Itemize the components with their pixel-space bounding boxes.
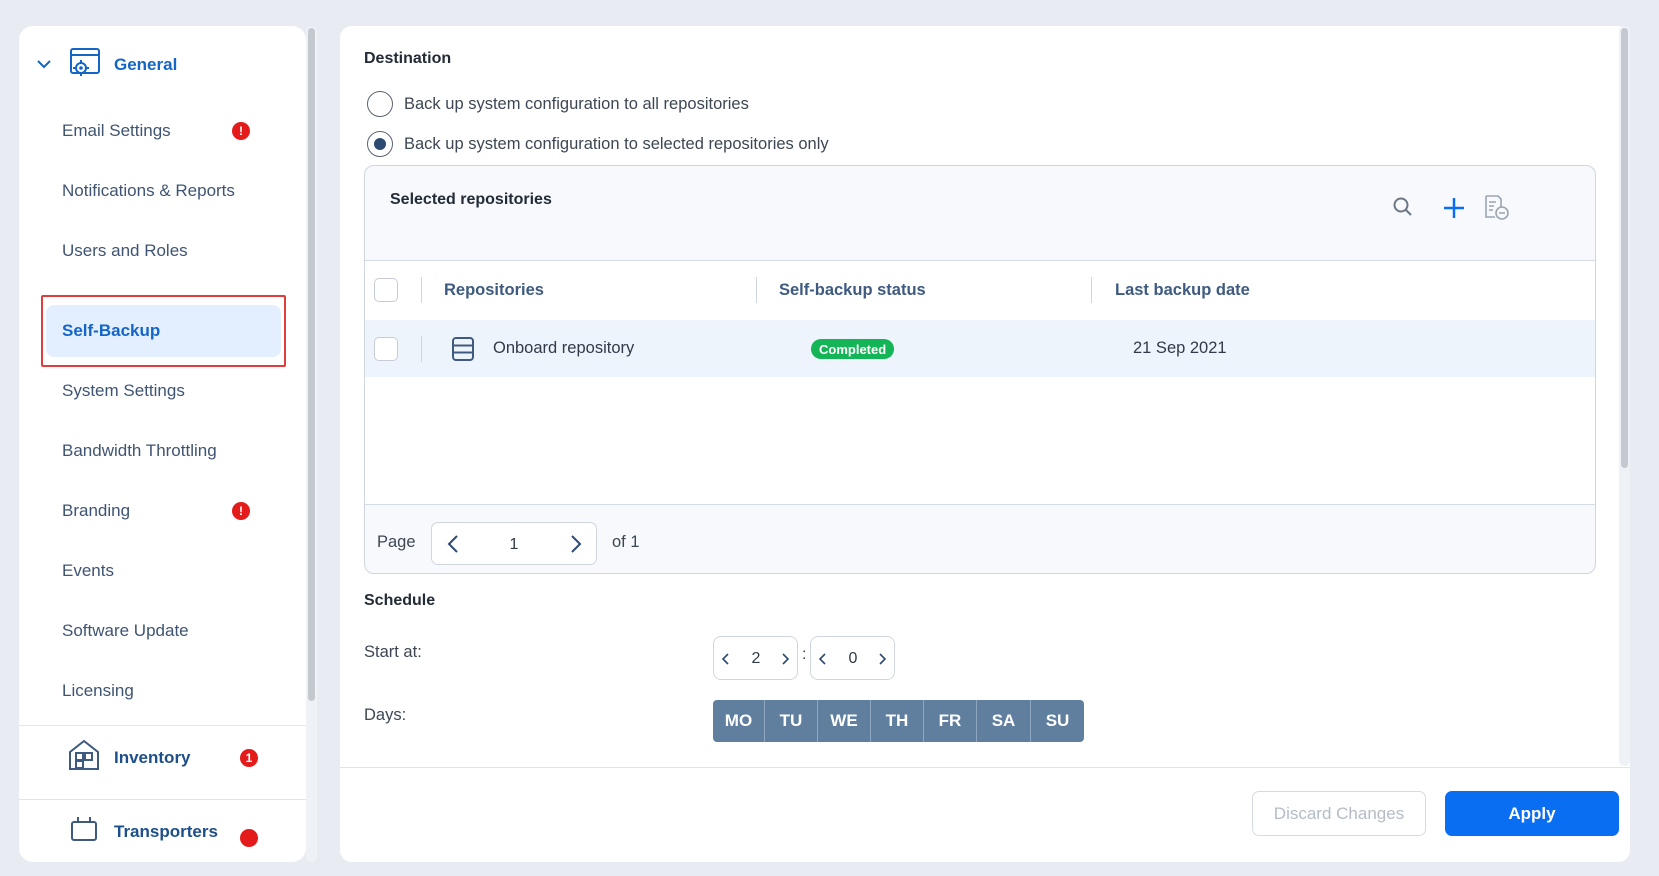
sidebar-item-label: System Settings — [62, 381, 185, 400]
day-toggle-sa[interactable]: SA — [977, 700, 1031, 742]
table-row[interactable]: Onboard repository Completed 21 Sep 2021 — [365, 320, 1595, 377]
main-scrollbar-thumb[interactable] — [1621, 28, 1628, 468]
sidebar-item-system-settings[interactable]: System Settings — [46, 365, 281, 417]
repository-name: Onboard repository — [493, 339, 635, 357]
status-badge: Completed — [811, 339, 895, 359]
pager-label: Page — [377, 533, 416, 551]
chevron-left-icon[interactable] — [818, 652, 827, 671]
self-backup-panel: Destination Back up system configuration… — [340, 26, 1630, 862]
repositories-table: Repositories Self-backup status Last bac… — [365, 260, 1595, 505]
add-icon[interactable] — [1442, 196, 1466, 225]
schedule-heading: Schedule — [364, 592, 436, 609]
column-separator — [421, 277, 422, 303]
last-backup-date: 21 Sep 2021 — [1133, 339, 1227, 357]
transporters-alert-badge — [240, 829, 258, 847]
radio-label: Back up system configuration to all repo… — [404, 94, 749, 113]
discard-changes-button[interactable]: Discard Changes — [1252, 791, 1426, 836]
chevron-down-icon[interactable] — [36, 57, 52, 75]
column-separator — [421, 336, 422, 362]
radio-button-checked[interactable] — [367, 131, 393, 157]
warning-alert-icon: ! — [232, 502, 250, 520]
day-toggle-we[interactable]: WE — [818, 700, 871, 742]
selected-repositories-box: Selected repositories Repositories Self-… — [364, 165, 1596, 574]
day-toggle-tu[interactable]: TU — [765, 700, 818, 742]
general-group-header[interactable]: General — [19, 44, 306, 86]
column-header-last-backup[interactable]: Last backup date — [1115, 281, 1250, 300]
radio-button[interactable] — [367, 91, 393, 117]
days-selector: MO TU WE TH FR SA SU — [713, 700, 1084, 742]
apply-button[interactable]: Apply — [1445, 791, 1619, 836]
hour-stepper[interactable]: 2 — [713, 636, 798, 680]
select-all-checkbox[interactable] — [374, 278, 398, 302]
column-header-repositories[interactable]: Repositories — [444, 281, 544, 300]
row-checkbox[interactable] — [374, 337, 398, 361]
sidebar-item-label: Software Update — [62, 621, 189, 640]
sidebar-item-label: Licensing — [62, 681, 134, 700]
settings-gear-window-icon — [68, 46, 102, 85]
sidebar-item-self-backup[interactable]: Self-Backup — [46, 305, 281, 357]
sidebar-item-users-roles[interactable]: Users and Roles — [46, 225, 281, 277]
sidebar-divider — [19, 725, 306, 726]
sidebar-item-label: Events — [62, 561, 114, 580]
minute-stepper[interactable]: 0 — [810, 636, 895, 680]
sidebar-divider — [19, 799, 306, 800]
sidebar-item-notifications-reports[interactable]: Notifications & Reports — [46, 165, 281, 217]
chevron-left-icon[interactable] — [446, 533, 460, 560]
chevron-right-icon[interactable] — [878, 652, 887, 671]
transporter-icon — [67, 812, 101, 851]
sidebar-scrollbar-thumb[interactable] — [308, 28, 315, 701]
sidebar-item-bandwidth-throttling[interactable]: Bandwidth Throttling — [46, 425, 281, 477]
chevron-left-icon[interactable] — [721, 652, 730, 671]
remove-list-icon[interactable] — [1482, 193, 1510, 226]
column-separator — [1091, 277, 1092, 303]
inventory-house-icon — [67, 738, 101, 777]
general-group-label: General — [114, 55, 178, 74]
minute-value[interactable]: 0 — [841, 650, 865, 668]
transporters-label: Transporters — [114, 822, 218, 841]
sidebar-item-label: Users and Roles — [62, 241, 188, 260]
radio-label: Back up system configuration to selected… — [404, 134, 829, 153]
sidebar-item-label: Bandwidth Throttling — [62, 441, 217, 460]
day-toggle-fr[interactable]: FR — [924, 700, 977, 742]
sidebar-section-transporters[interactable]: Transporters — [19, 802, 306, 862]
days-label: Days: — [364, 706, 407, 724]
sidebar-item-label: Branding — [62, 501, 131, 520]
radio-option-all-repositories[interactable]: Back up system configuration to all repo… — [367, 91, 749, 117]
page-number-input[interactable]: 1 — [504, 536, 524, 554]
inventory-count-badge: 1 — [240, 749, 258, 767]
sidebar-item-label: Self-Backup — [62, 321, 161, 340]
settings-sidebar: General Email Settings ! Notifications &… — [19, 26, 306, 862]
hour-value[interactable]: 2 — [744, 650, 768, 668]
warning-alert-icon: ! — [232, 122, 250, 140]
day-toggle-th[interactable]: TH — [871, 700, 924, 742]
chevron-right-icon[interactable] — [569, 533, 583, 560]
panel-footer: Discard Changes Apply — [340, 767, 1630, 862]
main-scrollbar[interactable] — [1619, 26, 1630, 766]
table-header: Repositories Self-backup status Last bac… — [365, 261, 1595, 320]
repository-icon — [451, 337, 475, 366]
page-count: of 1 — [612, 533, 640, 551]
sidebar-section-inventory[interactable]: Inventory 1 — [19, 728, 306, 788]
day-toggle-mo[interactable]: MO — [713, 700, 765, 742]
destination-heading: Destination — [364, 50, 452, 67]
sidebar-item-events[interactable]: Events — [46, 545, 281, 597]
pager: 1 — [431, 522, 597, 565]
column-separator — [756, 277, 757, 303]
sidebar-item-label: Notifications & Reports — [62, 181, 235, 200]
column-header-status[interactable]: Self-backup status — [779, 281, 926, 300]
sidebar-item-label: Email Settings — [62, 121, 171, 140]
start-at-label: Start at: — [364, 643, 422, 661]
sidebar-item-software-update[interactable]: Software Update — [46, 605, 281, 657]
day-toggle-su[interactable]: SU — [1031, 700, 1084, 742]
sidebar-scrollbar[interactable] — [306, 26, 317, 862]
radio-option-selected-repositories[interactable]: Back up system configuration to selected… — [367, 131, 829, 157]
chevron-right-icon[interactable] — [781, 652, 790, 671]
search-icon[interactable] — [1392, 196, 1414, 223]
time-separator: : — [802, 646, 807, 663]
inventory-label: Inventory — [114, 748, 191, 767]
selected-repositories-title: Selected repositories — [390, 191, 552, 208]
sidebar-item-licensing[interactable]: Licensing — [46, 665, 281, 717]
